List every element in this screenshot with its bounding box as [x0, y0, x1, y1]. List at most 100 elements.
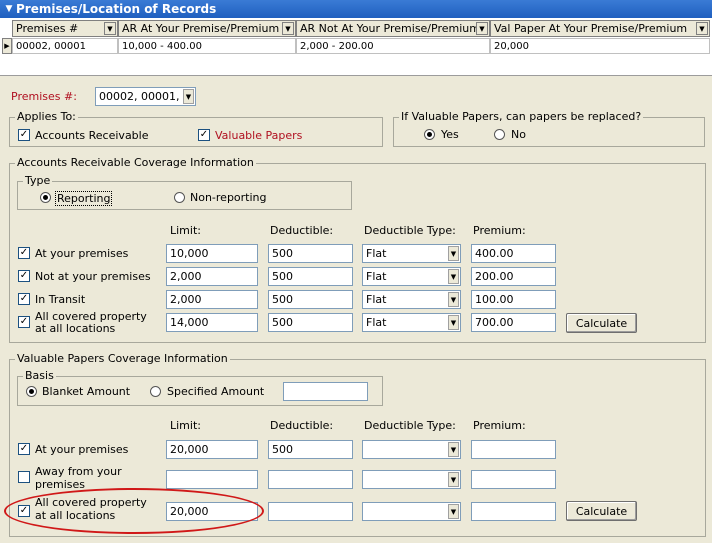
ar-all-locations-deductible[interactable]: 500: [268, 313, 353, 332]
grid-header-ar-not-at[interactable]: AR Not At Your Premise/Premium ▼: [296, 20, 490, 37]
ar-all-locations-checkbox[interactable]: ✓: [18, 316, 30, 328]
non-reporting-label: Non-reporting: [190, 191, 267, 204]
reporting-label: Reporting: [55, 191, 113, 206]
vp-away-limit[interactable]: [166, 470, 258, 489]
ar-not-at-premises-deductible-type[interactable]: Flat ▼: [362, 267, 461, 286]
ar-not-at-premises-limit[interactable]: 2,000: [166, 267, 258, 286]
ar-in-transit-premium[interactable]: 100.00: [471, 290, 556, 309]
grid-header-ar-at[interactable]: AR At Your Premise/Premium ▼: [118, 20, 296, 37]
valuable-papers-checkbox[interactable]: ✓: [198, 129, 210, 141]
grid-cell[interactable]: 20,000: [490, 38, 710, 54]
vp-deductible-header: Deductible:: [270, 419, 334, 432]
ar-all-locations-limit[interactable]: 14,000: [166, 313, 258, 332]
applies-to-legend: Applies To:: [15, 110, 78, 123]
grid-header-label: AR Not At Your Premise/Premium: [300, 22, 480, 35]
ar-all-locations-premium[interactable]: 700.00: [471, 313, 556, 332]
chevron-down-icon[interactable]: ▼: [183, 89, 194, 104]
ar-at-premises-deductible[interactable]: 500: [268, 244, 353, 263]
vp-at-premises-deductible[interactable]: 500: [268, 440, 353, 459]
row-pointer-icon[interactable]: ▶: [2, 38, 12, 54]
premises-grid: Premises # ▼ AR At Your Premise/Premium …: [0, 18, 712, 76]
grid-header-label: AR At Your Premise/Premium: [122, 22, 280, 35]
vp-away-deductible-type[interactable]: ▼: [362, 470, 461, 489]
ar-at-premises-label: At your premises: [35, 247, 129, 260]
vp-at-premises-limit[interactable]: 20,000: [166, 440, 258, 459]
chevron-down-icon[interactable]: ▼: [448, 246, 459, 261]
premises-select[interactable]: 00002, 00001, ▼: [95, 87, 196, 106]
vp-away-deductible[interactable]: [268, 470, 353, 489]
chevron-down-icon[interactable]: ▼: [448, 292, 459, 307]
ar-in-transit-checkbox[interactable]: ✓: [18, 293, 30, 305]
replace-no-label: No: [511, 128, 526, 141]
ar-calculate-button[interactable]: Calculate: [566, 313, 637, 333]
ar-at-premises-premium[interactable]: 400.00: [471, 244, 556, 263]
ar-all-locations-deductible-type[interactable]: Flat ▼: [362, 313, 461, 332]
vp-deductible-type-header: Deductible Type:: [364, 419, 456, 432]
chevron-down-icon[interactable]: ▼: [448, 504, 459, 519]
chevron-down-icon[interactable]: ▼: [448, 269, 459, 284]
vp-away-from-premises-checkbox[interactable]: [18, 471, 30, 483]
vp-all-locations-deductible[interactable]: [268, 502, 353, 521]
replace-no-radio[interactable]: [494, 129, 505, 140]
highlight-ellipse: [4, 488, 264, 534]
ar-in-transit-label: In Transit: [35, 293, 86, 306]
ar-not-at-premises-premium[interactable]: 200.00: [471, 267, 556, 286]
ar-deductible-type-header: Deductible Type:: [364, 224, 456, 237]
ar-at-premises-deductible-type[interactable]: Flat ▼: [362, 244, 461, 263]
premises-label: Premises #:: [11, 90, 77, 103]
grid-cell[interactable]: 00002, 00001: [12, 38, 118, 54]
replace-yes-radio[interactable]: [424, 129, 435, 140]
ar-not-at-premises-deductible[interactable]: 500: [268, 267, 353, 286]
ar-all-locations-label-line2: at all locations: [35, 322, 116, 335]
blanket-amount-radio[interactable]: [26, 386, 37, 397]
column-dropdown-icon[interactable]: ▼: [282, 22, 294, 35]
vp-away-label-line2: premises: [35, 478, 86, 491]
vp-all-locations-deductible-type[interactable]: ▼: [362, 502, 461, 521]
blanket-amount-label: Blanket Amount: [42, 385, 131, 398]
ar-limit-header: Limit:: [170, 224, 201, 237]
specified-amount-input[interactable]: [283, 382, 368, 401]
title-bar[interactable]: ▼ Premises/Location of Records: [0, 0, 712, 18]
vp-calculate-button[interactable]: Calculate: [566, 501, 637, 521]
vp-premium-header: Premium:: [473, 419, 526, 432]
valuable-papers-label: Valuable Papers: [215, 129, 303, 142]
grid-header-label: Premises #: [16, 22, 79, 35]
reporting-radio[interactable]: [40, 192, 51, 203]
chevron-down-icon[interactable]: ▼: [448, 472, 459, 487]
vp-all-locations-premium[interactable]: [471, 502, 556, 521]
select-value: Flat: [366, 270, 387, 283]
ar-premium-header: Premium:: [473, 224, 526, 237]
column-dropdown-icon[interactable]: ▼: [104, 22, 116, 35]
ar-in-transit-deductible[interactable]: 500: [268, 290, 353, 309]
vp-coverage-legend: Valuable Papers Coverage Information: [15, 352, 230, 365]
grid-header-label: Val Paper At Your Premise/Premium: [494, 22, 688, 35]
ar-at-premises-checkbox[interactable]: ✓: [18, 247, 30, 259]
non-reporting-radio[interactable]: [174, 192, 185, 203]
grid-cell[interactable]: 2,000 - 200.00: [296, 38, 490, 54]
grid-header-premises[interactable]: Premises # ▼: [12, 20, 118, 37]
vp-at-premises-label: At your premises: [35, 443, 129, 456]
vp-at-premises-premium[interactable]: [471, 440, 556, 459]
replace-yes-label: Yes: [441, 128, 459, 141]
column-dropdown-icon[interactable]: ▼: [476, 22, 488, 35]
ar-in-transit-deductible-type[interactable]: Flat ▼: [362, 290, 461, 309]
vp-at-premises-deductible-type[interactable]: ▼: [362, 440, 461, 459]
ar-in-transit-limit[interactable]: 2,000: [166, 290, 258, 309]
accounts-receivable-checkbox[interactable]: ✓: [18, 129, 30, 141]
ar-not-at-premises-checkbox[interactable]: ✓: [18, 270, 30, 282]
vp-at-premises-checkbox[interactable]: ✓: [18, 443, 30, 455]
grid-cell[interactable]: 10,000 - 400.00: [118, 38, 296, 54]
grid-header-val-paper[interactable]: Val Paper At Your Premise/Premium ▼: [490, 20, 710, 37]
chevron-down-icon[interactable]: ▼: [448, 442, 459, 457]
collapse-triangle-icon[interactable]: ▼: [2, 4, 16, 14]
accounts-receivable-label: Accounts Receivable: [35, 129, 149, 142]
chevron-down-icon[interactable]: ▼: [448, 315, 459, 330]
ar-at-premises-limit[interactable]: 10,000: [166, 244, 258, 263]
vp-away-premium[interactable]: [471, 470, 556, 489]
column-dropdown-icon[interactable]: ▼: [696, 22, 708, 35]
ar-not-at-premises-label: Not at your premises: [35, 270, 151, 283]
vp-away-label-line1: Away from your: [35, 465, 122, 478]
premises-select-value: 00002, 00001,: [99, 90, 180, 103]
specified-amount-radio[interactable]: [150, 386, 161, 397]
ar-coverage-legend: Accounts Receivable Coverage Information: [15, 156, 256, 169]
